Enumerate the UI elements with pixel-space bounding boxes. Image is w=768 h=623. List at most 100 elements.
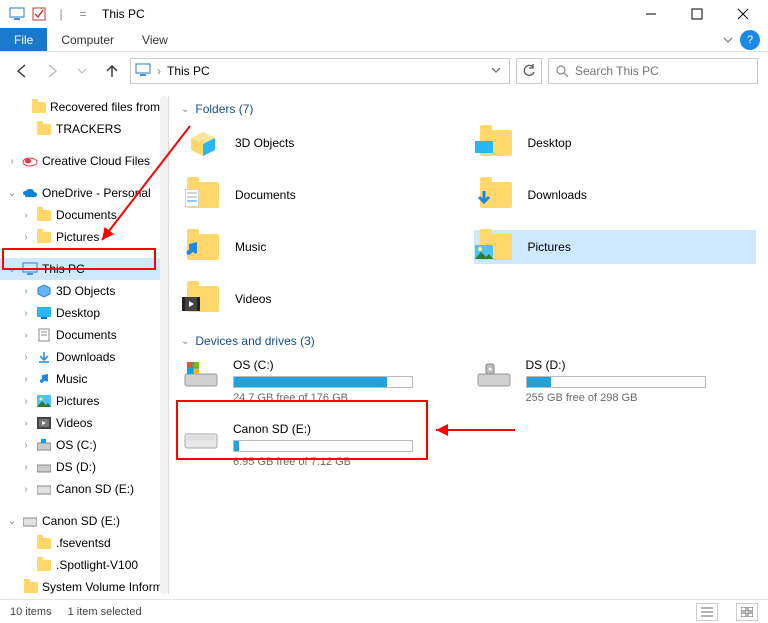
ribbon: File Computer View ? xyxy=(0,28,768,52)
search-input[interactable] xyxy=(575,64,751,78)
drive-ds-d[interactable]: DS (D:) 255 GB free of 298 GB xyxy=(474,358,724,404)
tree-item-videos[interactable]: ›Videos xyxy=(0,412,160,434)
address-thispc-icon xyxy=(135,63,151,79)
folder-3dobjects[interactable]: 3D Objects xyxy=(181,126,464,160)
drive-free-text: 24.7 GB free of 176 GB xyxy=(233,392,431,404)
help-badge[interactable]: ? xyxy=(740,30,760,50)
tab-view[interactable]: View xyxy=(128,28,182,51)
status-item-count: 10 items xyxy=(10,606,52,618)
tree-item-downloads[interactable]: ›Downloads xyxy=(0,346,160,368)
recent-locations-icon[interactable] xyxy=(70,59,94,83)
navigation-tree[interactable]: Recovered files from TRACKERS ›Creative … xyxy=(0,90,160,600)
ribbon-expand-icon[interactable] xyxy=(716,28,740,51)
window-title: This PC xyxy=(102,7,145,21)
folder-pictures[interactable]: Pictures xyxy=(474,230,757,264)
back-button[interactable] xyxy=(10,59,34,83)
folder-label: Music xyxy=(235,240,266,254)
tree-item-trackers[interactable]: TRACKERS xyxy=(0,118,160,140)
folder-label: Videos xyxy=(235,292,271,306)
folder-label: 3D Objects xyxy=(235,136,294,150)
group-folders-label: Folders (7) xyxy=(195,102,253,116)
tree-item-pictures[interactable]: ›Pictures xyxy=(0,390,160,412)
maximize-button[interactable] xyxy=(674,0,720,28)
tree-item-spotlight[interactable]: .Spotlight-V100 xyxy=(0,554,160,576)
folder-documents-icon xyxy=(183,178,223,212)
drive-capacity-bar xyxy=(233,440,413,452)
tree-item-od-pictures[interactable]: ›Pictures xyxy=(0,226,160,248)
search-box[interactable] xyxy=(548,58,758,84)
tree-item-3dobjects[interactable]: ›3D Objects xyxy=(0,280,160,302)
tree-item-creative-cloud[interactable]: ›Creative Cloud Files xyxy=(0,150,160,172)
folder-label: Documents xyxy=(235,188,296,202)
folder-desktop[interactable]: Desktop xyxy=(474,126,757,160)
folder-label: Downloads xyxy=(528,188,587,202)
view-details-button[interactable] xyxy=(696,603,718,621)
tree-item-documents[interactable]: ›Documents xyxy=(0,324,160,346)
chevron-down-icon: ⌄ xyxy=(181,104,189,115)
refresh-button[interactable] xyxy=(516,58,542,84)
drive-free-text: 6.95 GB free of 7.12 GB xyxy=(233,456,431,468)
status-selected-count: 1 item selected xyxy=(68,606,142,618)
drive-canon-icon xyxy=(181,422,221,456)
qat-menu-icon[interactable]: = xyxy=(74,5,92,23)
tree-item-canon-e[interactable]: ›Canon SD (E:) xyxy=(0,478,160,500)
tree-item-ds-d[interactable]: ›DS (D:) xyxy=(0,456,160,478)
folder-videos-icon xyxy=(183,282,223,316)
tree-item-sysvol[interactable]: System Volume Inform xyxy=(0,576,160,598)
forward-button[interactable] xyxy=(40,59,64,83)
tree-item-onedrive[interactable]: ⌄OneDrive - Personal xyxy=(0,182,160,204)
drive-name: Canon SD (E:) xyxy=(233,422,431,436)
drive-name: DS (D:) xyxy=(526,358,724,372)
address-text: This PC xyxy=(167,64,481,78)
tree-item-fseventsd[interactable]: .fseventsd xyxy=(0,532,160,554)
tree-item-this-pc[interactable]: ⌄This PC xyxy=(0,258,160,280)
folder-3dobjects-icon xyxy=(183,126,223,160)
titlebar: | = This PC xyxy=(0,0,768,28)
folder-downloads-icon xyxy=(476,178,516,212)
drive-ds-icon xyxy=(474,358,514,392)
group-drives-label: Devices and drives (3) xyxy=(195,334,314,348)
drive-os-c[interactable]: OS (C:) 24.7 GB free of 176 GB xyxy=(181,358,431,404)
up-button[interactable] xyxy=(100,59,124,83)
group-drives-header[interactable]: ⌄ Devices and drives (3) xyxy=(181,334,756,348)
chevron-right-icon[interactable]: › xyxy=(157,64,161,78)
tree-item-music[interactable]: ›Music xyxy=(0,368,160,390)
view-icons-button[interactable] xyxy=(736,603,758,621)
navbar: › This PC xyxy=(0,52,768,90)
qat-thispc-icon[interactable] xyxy=(8,5,26,23)
folder-documents[interactable]: Documents xyxy=(181,178,464,212)
drive-name: OS (C:) xyxy=(233,358,431,372)
tree-item-desktop[interactable]: ›Desktop xyxy=(0,302,160,324)
tree-item-os-c[interactable]: ›OS (C:) xyxy=(0,434,160,456)
tree-item-recovered[interactable]: Recovered files from xyxy=(0,96,160,118)
qat-divider-icon: | xyxy=(52,5,70,23)
search-icon xyxy=(555,64,569,78)
tree-scrollbar[interactable] xyxy=(160,96,168,594)
drive-canon-e[interactable]: Canon SD (E:) 6.95 GB free of 7.12 GB xyxy=(181,422,431,468)
address-bar[interactable]: › This PC xyxy=(130,58,510,84)
tab-computer[interactable]: Computer xyxy=(47,28,128,51)
folder-videos[interactable]: Videos xyxy=(181,282,464,316)
group-folders-header[interactable]: ⌄ Folders (7) xyxy=(181,102,756,116)
content-pane: ⌄ Folders (7) 3D Objects Desktop Documen… xyxy=(169,90,768,600)
folder-desktop-icon xyxy=(476,126,516,160)
folder-music-icon xyxy=(183,230,223,264)
folder-music[interactable]: Music xyxy=(181,230,464,264)
tree-item-od-documents[interactable]: ›Documents xyxy=(0,204,160,226)
drive-capacity-bar xyxy=(233,376,413,388)
drive-capacity-bar xyxy=(526,376,706,388)
folder-downloads[interactable]: Downloads xyxy=(474,178,757,212)
drive-os-icon xyxy=(181,358,221,392)
minimize-button[interactable] xyxy=(628,0,674,28)
tab-file[interactable]: File xyxy=(0,28,47,51)
quick-access-toolbar: | = xyxy=(2,5,92,23)
qat-properties-icon[interactable] xyxy=(30,5,48,23)
address-dropdown-icon[interactable] xyxy=(487,64,505,78)
window-buttons xyxy=(628,0,766,28)
tree-item-canon-e-root[interactable]: ⌄Canon SD (E:) xyxy=(0,510,160,532)
drive-free-text: 255 GB free of 298 GB xyxy=(526,392,724,404)
folder-pictures-icon xyxy=(476,230,516,264)
chevron-down-icon: ⌄ xyxy=(181,336,189,347)
folder-label: Pictures xyxy=(528,240,571,254)
close-button[interactable] xyxy=(720,0,766,28)
